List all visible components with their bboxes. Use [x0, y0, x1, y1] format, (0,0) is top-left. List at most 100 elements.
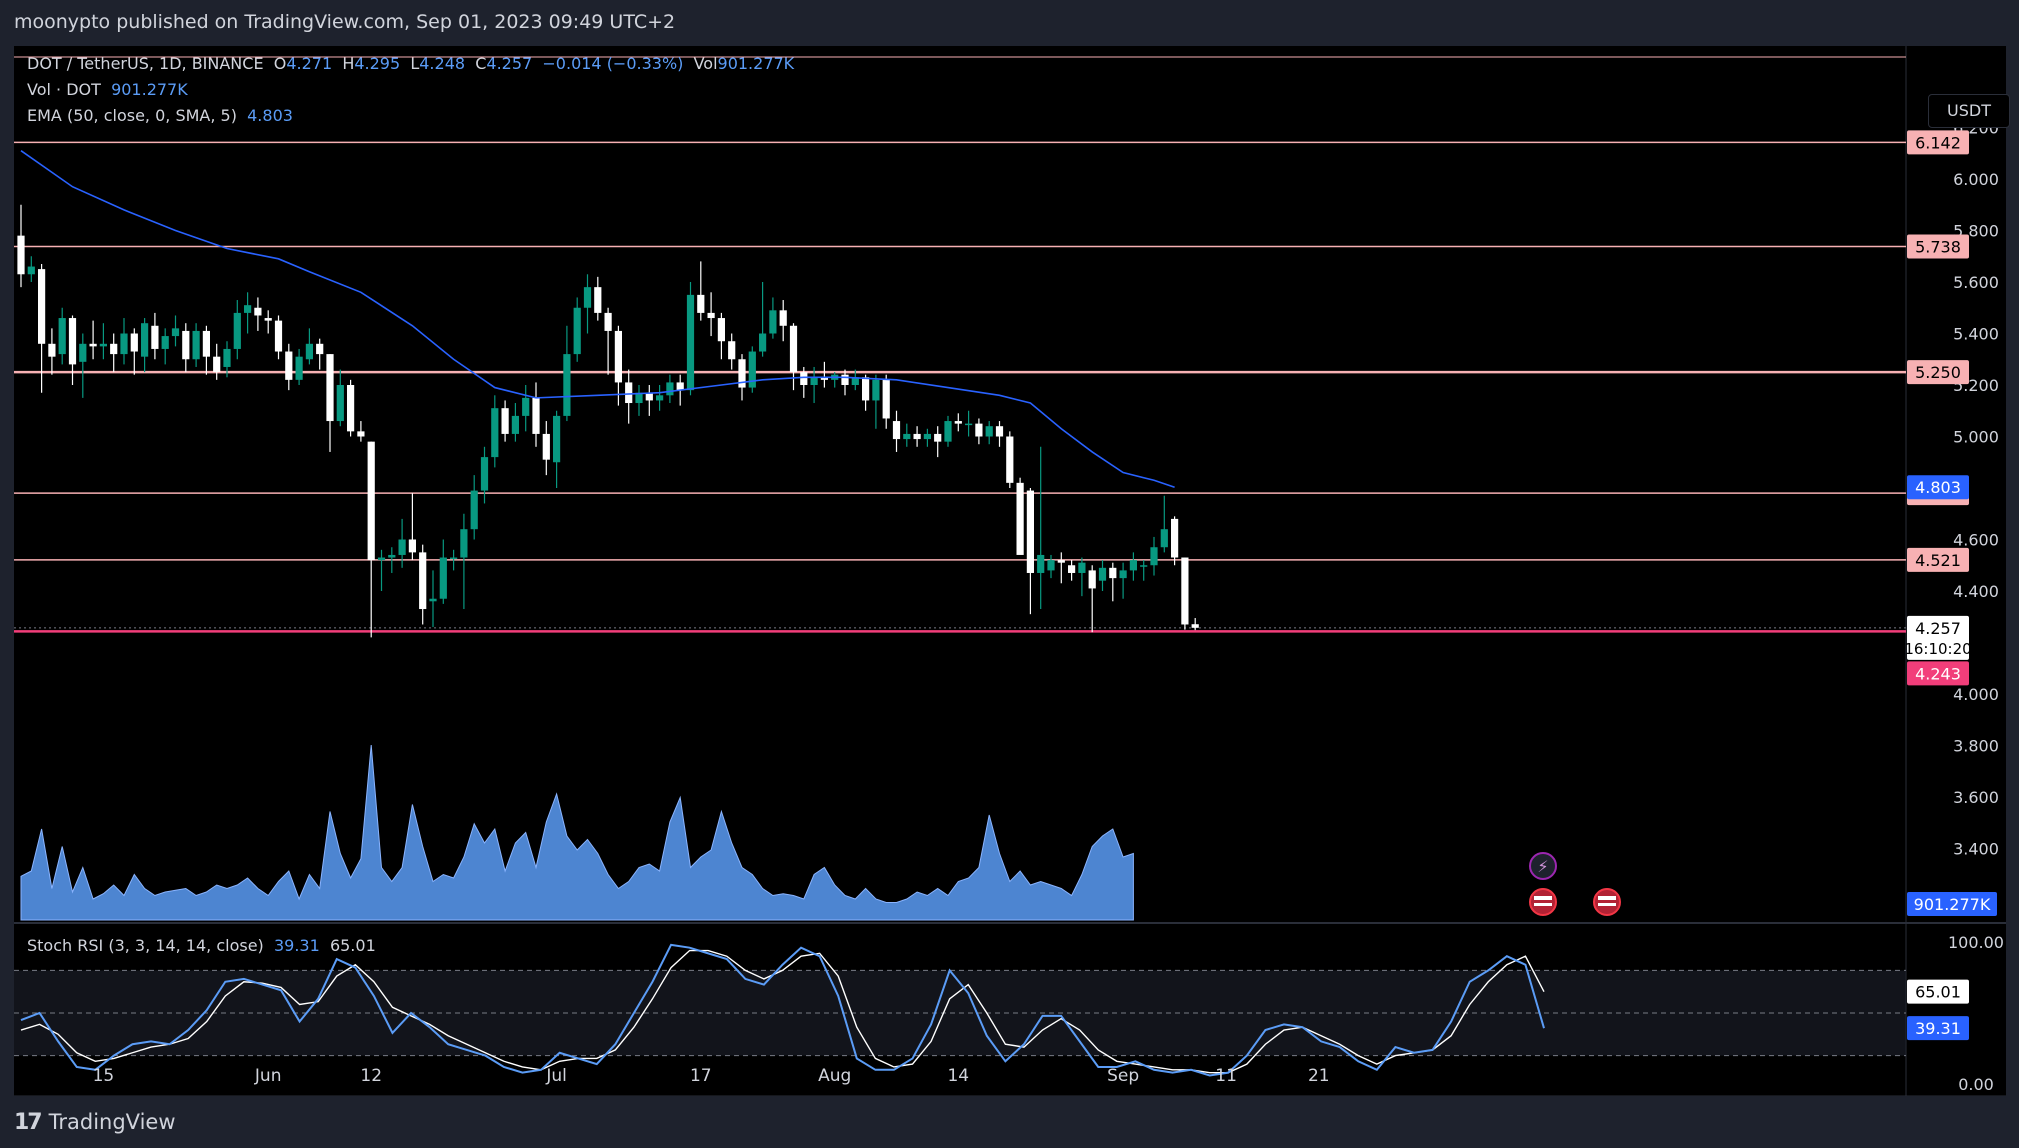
high-value: 4.295 [354, 54, 401, 73]
candle-body [244, 305, 252, 313]
close-label: C [475, 54, 487, 73]
candle-body [1078, 562, 1086, 573]
candle-body [553, 415, 561, 463]
time-tick-label: 15 [93, 1066, 115, 1086]
candle-body [1047, 560, 1055, 571]
us-flag-stripe-icon [1598, 896, 1616, 900]
candle-body [151, 325, 159, 349]
candle-body [769, 310, 777, 334]
candle-body [501, 408, 509, 434]
candle-body [1026, 490, 1034, 573]
candle-body [120, 333, 128, 355]
candle-body [532, 397, 540, 434]
candle-body [1016, 482, 1024, 555]
candle-body [316, 343, 324, 355]
candle-body [1109, 567, 1117, 579]
candle-body [656, 395, 664, 401]
time-tick-label: 21 [1308, 1066, 1330, 1086]
candle-body [1068, 565, 1076, 573]
candle-body [367, 441, 375, 561]
candle-body [697, 294, 705, 313]
candle-body [110, 343, 118, 355]
candle-body [789, 325, 798, 373]
candle-body [985, 426, 993, 437]
candle-body [717, 318, 725, 342]
candle-body [182, 330, 190, 360]
stoch-name: Stoch RSI (3, 3, 14, 14, close) [27, 936, 264, 955]
us-flag-icon [1593, 888, 1621, 916]
candle-body [892, 421, 901, 440]
candle-body [419, 552, 427, 610]
candle-body [522, 397, 530, 416]
candle-body [429, 598, 437, 602]
candle-body [264, 318, 272, 321]
vol-value: 901.277K [717, 54, 795, 73]
candle-body [491, 408, 499, 458]
candle-body [233, 312, 241, 349]
price-tick-label: 4.000 [1953, 685, 1999, 704]
candle-body [1129, 560, 1137, 571]
candle-body [707, 312, 715, 319]
candle-body [965, 423, 973, 426]
candle-body [542, 433, 550, 460]
candle-body [17, 235, 25, 275]
candle-body [563, 354, 571, 416]
last-price-tag: 4.257 [1915, 619, 1961, 638]
price-tick-label: 4.600 [1953, 531, 1999, 550]
stoch-tick-label: 0.00 [1958, 1075, 1994, 1094]
stoch-k-legend: 39.31 [273, 936, 320, 955]
candle-body [450, 557, 458, 560]
us-flag-icon [1529, 888, 1557, 916]
tradingview-logo[interactable]: 17 TradingView [14, 1108, 176, 1136]
volume-area [20, 744, 1134, 921]
high-label: H [342, 54, 355, 73]
candle-body [614, 330, 622, 383]
publish-info: moonypto published on TradingView.com, S… [14, 11, 676, 33]
level-tag: 6.142 [1915, 133, 1961, 152]
candle-body [583, 287, 592, 308]
price-tick-label: 5.000 [1953, 428, 1999, 447]
stoch-tick-label: 100.00 [1948, 933, 2004, 952]
volume-legend-value: 901.277K [111, 80, 188, 99]
candle-body [130, 333, 138, 352]
stoch-tag: 39.31 [1915, 1019, 1961, 1038]
candle-body [594, 287, 602, 313]
candle-body [480, 457, 489, 491]
candle-body [872, 379, 880, 401]
us-flag-stripe-icon [1534, 896, 1552, 900]
candle-body [903, 433, 911, 440]
price-tick-label: 6.000 [1953, 170, 1999, 189]
candle-body [573, 307, 581, 355]
candle-body [779, 310, 787, 326]
low-label: L [410, 54, 420, 73]
candle-body [285, 351, 293, 380]
level-tag: 5.250 [1915, 363, 1961, 382]
currency-button[interactable]: USDT [1928, 94, 2010, 128]
chart-area[interactable]: 6.200 6.000 5.800 5.600 5.400 5.200 5.000 4.600… [14, 46, 2010, 1096]
volume-tag: 901.277K [1914, 895, 1991, 914]
stoch-d-legend: 65.01 [329, 936, 376, 955]
candle-body [913, 433, 921, 440]
ema-legend-value: 4.803 [247, 106, 293, 125]
countdown-tag: 16:10:20 [1904, 640, 1971, 658]
candle-body [975, 423, 983, 437]
candle-body [274, 320, 283, 352]
candle-body [1191, 624, 1199, 628]
ema-name: EMA (50, close, 0, SMA, 5) [27, 106, 237, 125]
price-tick-label: 3.600 [1953, 788, 1999, 807]
candle-body [841, 374, 849, 385]
price-tick-label: 3.800 [1953, 737, 1999, 756]
candle-body [79, 343, 87, 362]
time-tick-label: 12 [360, 1066, 382, 1086]
volume-name: Vol · DOT [27, 80, 101, 99]
candle-body [470, 490, 478, 530]
footer-bar [0, 1096, 2019, 1148]
candle-body [759, 333, 767, 352]
candle-body [398, 539, 406, 555]
candle-body [1057, 560, 1065, 563]
symbol-name: DOT / TetherUS, 1D, BINANCE [27, 54, 264, 73]
candle-body [27, 266, 35, 275]
price-tick-label: 4.400 [1953, 582, 1999, 601]
candle-body [800, 372, 808, 385]
candle-body [326, 354, 334, 422]
